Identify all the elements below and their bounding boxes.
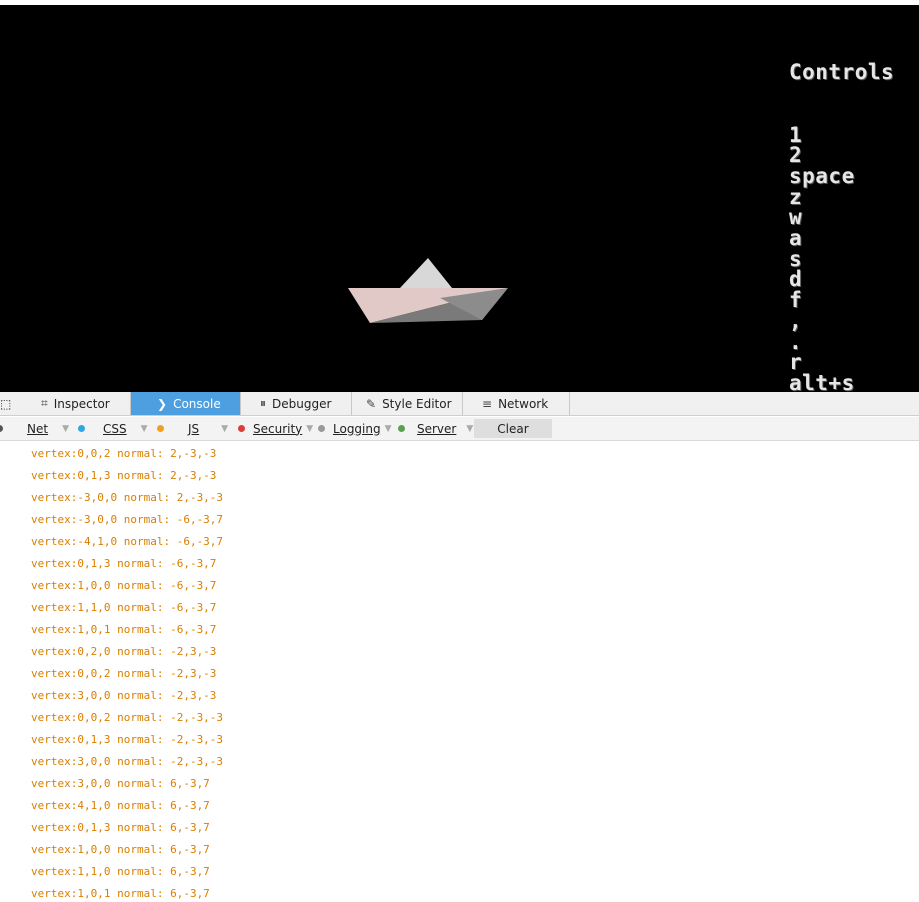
filter-label: Security: [253, 421, 303, 436]
console-log-line: vertex:0,0,2 normal: 2,-3,-3: [31, 447, 217, 460]
console-log-line: vertex:0,2,0 normal: -2,3,-3: [31, 645, 217, 658]
console-log-line: vertex:-4,1,0 normal: -6,-3,7: [31, 535, 224, 548]
console-log-line: vertex:1,0,0 normal: 6,-3,7: [31, 843, 210, 856]
logging-dot-icon: [318, 425, 325, 432]
chevron-down-icon: ▼: [306, 423, 314, 434]
tab-console[interactable]: ❯ Console: [131, 392, 241, 415]
tab-style-editor[interactable]: ✎ Style Editor: [352, 392, 463, 415]
filter-label: Server: [417, 421, 457, 436]
console-log-line: vertex:3,0,0 normal: -2,-3,-3: [31, 755, 224, 768]
control-key: r: [789, 350, 803, 375]
console-log-line: vertex:1,1,0 normal: 6,-3,7: [31, 865, 210, 878]
filter-net[interactable]: Net ▼: [0, 417, 69, 440]
boat-sail: [400, 258, 452, 288]
clear-button[interactable]: Clear: [474, 419, 552, 438]
control-key: z: [789, 184, 803, 209]
console-log-line: vertex:0,1,3 normal: -2,-3,-3: [31, 733, 224, 746]
filter-logging[interactable]: Logging ▼: [318, 417, 392, 440]
filter-server[interactable]: Server ▼: [398, 417, 473, 440]
filter-label: Net: [27, 421, 49, 436]
paper-boat-model: [348, 258, 508, 323]
control-key: w: [789, 205, 803, 230]
inspector-icon: ⌗: [41, 396, 48, 410]
console-output[interactable]: vertex:0,0,2 normal: 2,-3,-3 vertex:0,1,3…: [0, 441, 919, 902]
console-icon: ❯: [157, 396, 168, 411]
control-key: a: [789, 226, 803, 251]
controls-help-list: Controls 12spacezwasdf,.ralt+salt+galt+n…: [789, 21, 894, 392]
style-editor-icon: ✎: [366, 396, 377, 411]
tab-label: Network: [498, 396, 549, 411]
console-log-line: vertex:1,0,0 normal: -6,-3,7: [31, 579, 217, 592]
tab-label: Console: [173, 396, 221, 411]
clear-label: Clear: [497, 421, 529, 436]
filter-js[interactable]: JS ▼: [157, 417, 228, 440]
tab-network[interactable]: ≡ Network: [463, 392, 570, 415]
console-log-line: vertex:0,0,2 normal: -2,3,-3: [31, 667, 217, 680]
debugger-icon: ⏸: [260, 396, 267, 410]
console-log-line: vertex:0,1,3 normal: 6,-3,7: [31, 821, 210, 834]
control-key: 1: [789, 122, 803, 147]
filter-label: CSS: [103, 421, 127, 436]
control-key: f: [789, 288, 803, 313]
console-log-line: vertex:-3,0,0 normal: -6,-3,7: [31, 513, 224, 526]
console-log-line: vertex:1,1,0 normal: -6,-3,7: [31, 601, 217, 614]
server-dot-icon: [398, 425, 405, 432]
chevron-down-icon: ▼: [62, 423, 69, 434]
element-picker-icon[interactable]: ⬚: [0, 396, 12, 412]
console-log-line: vertex:-3,0,0 normal: 2,-3,-3: [31, 491, 224, 504]
tab-label: Inspector: [53, 396, 110, 411]
console-log-line: vertex:0,1,3 normal: 2,-3,-3: [31, 469, 217, 482]
tab-label: Style Editor: [382, 396, 452, 411]
chevron-down-icon: ▼: [466, 423, 474, 434]
network-icon: ≡: [482, 396, 493, 411]
control-key: .: [789, 329, 803, 354]
controls-title: Controls: [789, 60, 895, 85]
console-filter-bar: Net ▼ CSS ▼ JS ▼ Security ▼ Logging ▼ Se…: [0, 417, 919, 441]
chevron-down-icon: ▼: [140, 423, 148, 434]
control-key: space: [789, 163, 855, 188]
webgl-canvas[interactable]: Controls 12spacezwasdf,.ralt+salt+galt+n…: [0, 5, 919, 392]
console-log-line: vertex:0,1,3 normal: -6,-3,7: [31, 557, 217, 570]
tab-debugger[interactable]: ⏸ Debugger: [241, 392, 352, 415]
filter-security[interactable]: Security ▼: [238, 417, 313, 440]
control-key: ,: [789, 308, 803, 333]
console-log-line: vertex:0,0,2 normal: -2,-3,-3: [31, 711, 224, 724]
filter-css[interactable]: CSS ▼: [78, 417, 148, 440]
control-key: 2: [789, 143, 803, 168]
console-log-line: vertex:3,0,0 normal: -2,3,-3: [31, 689, 217, 702]
tab-label: Debugger: [272, 396, 332, 411]
console-log-line: vertex:3,0,0 normal: 6,-3,7: [31, 777, 210, 790]
tab-inspector[interactable]: ⌗ Inspector: [31, 392, 131, 415]
console-log-line: vertex:4,1,0 normal: 6,-3,7: [31, 799, 210, 812]
css-dot-icon: [78, 425, 85, 432]
chevron-down-icon: ▼: [221, 423, 229, 434]
js-dot-icon: [157, 425, 164, 432]
net-dot-icon: [0, 425, 3, 432]
control-key: s: [789, 246, 803, 271]
chevron-down-icon: ▼: [384, 423, 392, 434]
console-log-line: vertex:1,0,1 normal: 6,-3,7: [31, 887, 210, 900]
devtools-toolbar: ⬚ ⌗ Inspector ❯ Console ⏸ Debugger ✎ Sty…: [0, 392, 919, 416]
control-key: d: [789, 267, 803, 292]
filter-label: JS: [188, 421, 200, 436]
control-key: alt+s: [789, 370, 855, 392]
console-log-line: vertex:1,0,1 normal: -6,-3,7: [31, 623, 217, 636]
filter-label: Logging: [333, 421, 381, 436]
security-dot-icon: [238, 425, 245, 432]
